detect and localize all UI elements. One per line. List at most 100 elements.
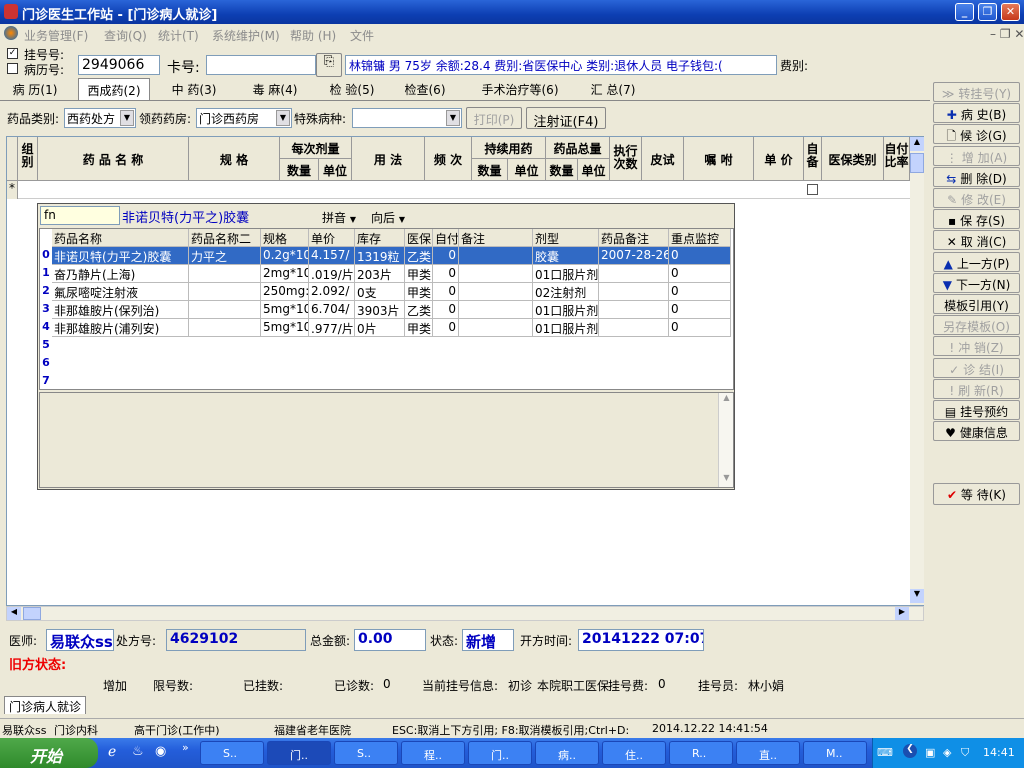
menu-file[interactable]: 文件 (350, 27, 374, 44)
side-button-0[interactable]: ≫ 转挂号(Y) (933, 82, 1020, 102)
side-button-5[interactable]: ✎ 修 改(E) (933, 188, 1020, 208)
col-freq[interactable]: 频 次 (425, 137, 472, 181)
col-price[interactable]: 单 价 (754, 137, 804, 181)
tab-surgery[interactable]: 手术治疗等(6) (472, 78, 568, 100)
print-button[interactable]: 打印(P) (466, 107, 522, 129)
scroll-up-icon[interactable]: ▲ (719, 393, 734, 407)
drug-col-header[interactable]: 重点监控 (669, 229, 731, 247)
col-insurance[interactable]: 医保类别 (822, 137, 884, 181)
side-button-2[interactable]: 🗋 候 诊(G) (933, 124, 1020, 145)
tab-lab[interactable]: 检 验(5) (318, 78, 386, 100)
search-mode-dropdown[interactable]: 拼音 ▼ (322, 209, 356, 226)
drug-lookup-popup[interactable]: fn 非诺贝特(力平之)胶囊 拼音 ▼ 向后 ▼ 药品名称 药品名称二 规格 单价 库存… (37, 203, 735, 490)
self-provided-checkbox[interactable] (807, 184, 818, 195)
col-name[interactable]: 药 品 名 称 (38, 137, 189, 181)
col-total-unit[interactable]: 单位 (578, 159, 610, 181)
start-button[interactable]: 开始 (0, 738, 98, 768)
card-input[interactable] (206, 55, 316, 75)
drug-col-header[interactable]: 药品名称二 (189, 229, 261, 247)
patient-id-input[interactable]: 2949066 (78, 55, 160, 75)
clock[interactable]: 14:41 (983, 746, 1015, 759)
drug-search-input[interactable]: fn (40, 206, 120, 225)
network-icon[interactable]: ▣ (925, 746, 935, 759)
taskbar-task[interactable]: 病.. (535, 741, 599, 765)
keyboard-icon[interactable]: ⌨ (877, 746, 893, 759)
security-icon[interactable]: ⛉ (961, 746, 969, 760)
side-button-3[interactable]: ⋮ 增 加(A) (933, 145, 1020, 166)
col-total-qty[interactable]: 数量 (546, 159, 578, 181)
bingli-checkbox[interactable] (7, 63, 18, 74)
taskbar-task[interactable]: M.. (803, 741, 867, 765)
tab-narcotics[interactable]: 毒 麻(4) (240, 78, 310, 100)
scroll-thumb[interactable] (910, 153, 924, 173)
side-button-4[interactable]: ⇆ 删 除(D) (933, 166, 1020, 187)
side-button-12[interactable]: ! 冲 销(Z) (933, 336, 1020, 357)
col-total[interactable]: 药品总量 (546, 137, 610, 159)
search-direction-dropdown[interactable]: 向后 ▼ (371, 209, 405, 226)
col-continue[interactable]: 持续用药 (472, 137, 546, 159)
taskbar-task[interactable]: S.. (334, 741, 398, 765)
taskbar-task[interactable]: S.. (200, 741, 264, 765)
taskbar-task[interactable]: 直.. (736, 741, 800, 765)
disease-select[interactable]: ▼ (352, 108, 462, 128)
mdi-window-controls[interactable]: – ❐ ✕ (990, 27, 1024, 41)
menu-help[interactable]: 帮助 (H) (290, 27, 336, 44)
side-button-6[interactable]: ▪ 保 存(S) (933, 209, 1020, 230)
menu-query[interactable]: 查询(Q) (104, 27, 147, 44)
col-spec[interactable]: 规 格 (189, 137, 280, 181)
drug-col-header[interactable]: 自付 (433, 229, 459, 247)
side-button-15[interactable]: ▤ 挂号预约 (933, 400, 1020, 420)
guahao-checkbox[interactable]: ✓ (7, 48, 18, 59)
tray-collapse-icon[interactable]: ❮ (903, 744, 917, 758)
hscroll-thumb[interactable] (23, 607, 41, 620)
side-button-10[interactable]: 模板引用(Y) (933, 294, 1020, 314)
col-dose[interactable]: 每次剂量 (280, 137, 352, 159)
scroll-down-icon[interactable]: ▼ (719, 473, 734, 487)
side-button-8[interactable]: ▲ 上一方(P) (933, 251, 1020, 272)
drug-type-select[interactable]: 西药处方 ▼ (64, 108, 136, 128)
grid-vscrollbar[interactable]: ▲ ▼ (910, 137, 924, 605)
side-button-9[interactable]: ▼ 下一方(N) (933, 272, 1020, 293)
side-button-11[interactable]: 另存模板(O) (933, 315, 1020, 336)
col-self-provided[interactable]: 自备 (804, 137, 822, 181)
tab-chinese-medicine[interactable]: 中 药(3) (160, 78, 228, 100)
media-icon[interactable]: ◉ (155, 744, 166, 759)
menu-system[interactable]: 系统维护(M) (212, 27, 280, 44)
taskbar-task[interactable]: R.. (669, 741, 733, 765)
taskbar-task[interactable]: 门.. (267, 741, 331, 765)
col-skin-test[interactable]: 皮试 (642, 137, 684, 181)
drug-col-header[interactable]: 医保 (405, 229, 433, 247)
side-button-13[interactable]: ✓ 诊 结(I) (933, 357, 1020, 378)
col-advice[interactable]: 嘱 咐 (684, 137, 754, 181)
side-button-14[interactable]: ! 刷 新(R) (933, 378, 1020, 399)
quicklaunch-icon[interactable]: ♨ (132, 744, 144, 759)
mdi-window-tab[interactable]: 门诊病人就诊 (4, 696, 86, 714)
col-dose-qty[interactable]: 数量 (280, 159, 319, 181)
close-button[interactable]: ✕ (1001, 3, 1020, 21)
pharmacy-select[interactable]: 门诊西药房 ▼ (196, 108, 292, 128)
chevron-more-icon[interactable]: » (182, 741, 189, 754)
grid-hscrollbar[interactable]: ◀ ▶ (6, 606, 924, 621)
drug-col-header[interactable]: 备注 (459, 229, 533, 247)
tab-summary[interactable]: 汇 总(7) (580, 78, 646, 100)
detail-vscrollbar[interactable]: ▲ ▼ (718, 393, 733, 487)
scroll-up-icon[interactable]: ▲ (910, 137, 924, 151)
col-selfpay[interactable]: 自付比率 (884, 137, 910, 181)
col-continue-qty[interactable]: 数量 (472, 159, 508, 181)
doctor-field[interactable]: 易联众ss (46, 629, 114, 651)
drug-col-header[interactable]: 库存 (355, 229, 405, 247)
drug-col-header[interactable]: 药品备注 (599, 229, 669, 247)
minimize-button[interactable]: _ (955, 3, 974, 21)
drug-col-header[interactable]: 剂型 (533, 229, 599, 247)
ie-icon[interactable]: ℯ (108, 744, 116, 760)
tab-western-medicine[interactable]: 西成药(2) (78, 78, 150, 100)
taskbar-task[interactable]: 住.. (602, 741, 666, 765)
restore-button[interactable]: ❐ (978, 3, 997, 21)
drug-col-header[interactable]: 单价 (309, 229, 355, 247)
drug-col-header[interactable]: 规格 (261, 229, 309, 247)
tab-history[interactable]: 病 历(1) (4, 78, 66, 100)
scroll-down-icon[interactable]: ▼ (910, 589, 924, 603)
wait-button[interactable]: ✔ 等 待(K) (933, 483, 1020, 505)
drug-col-header[interactable]: 药品名称 (52, 229, 189, 247)
col-exec[interactable]: 执行次数 (610, 137, 642, 181)
